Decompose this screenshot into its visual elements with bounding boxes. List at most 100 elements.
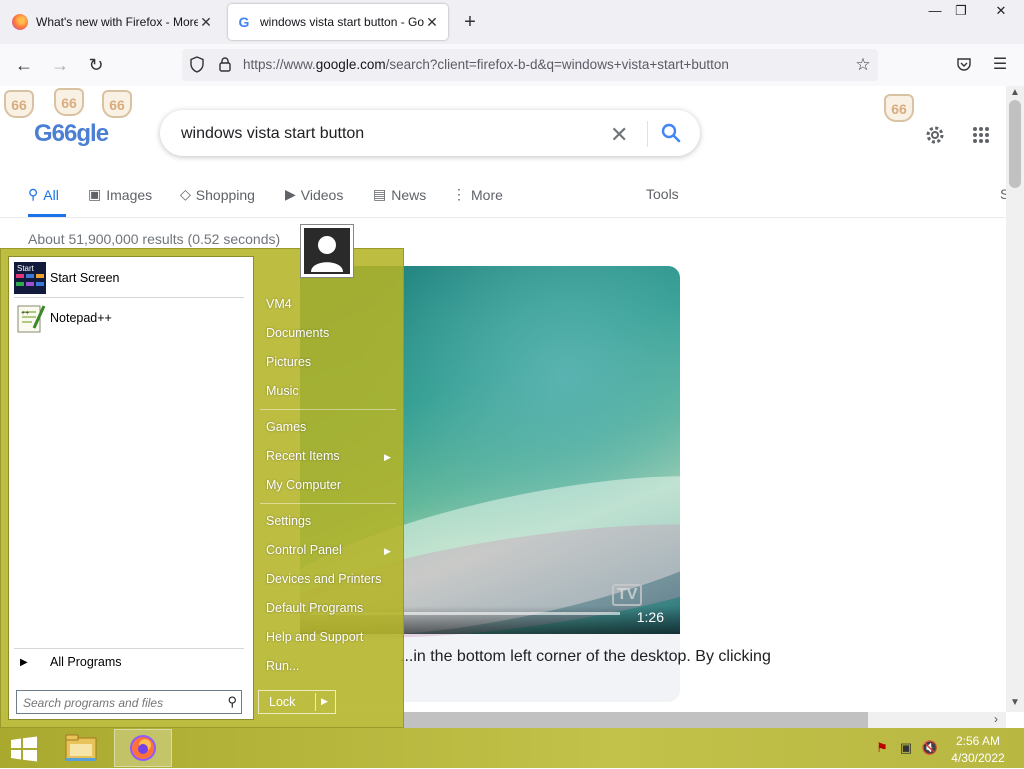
tab-all[interactable]: ⚲ All xyxy=(28,186,59,203)
bookmark-star-icon[interactable]: ☆ xyxy=(849,52,877,78)
program-search-box[interactable]: ⚲ xyxy=(16,690,242,714)
all-programs-button[interactable]: ▶ All Programs xyxy=(20,655,122,669)
back-button[interactable]: ← xyxy=(10,52,38,78)
power-options-arrow-icon[interactable]: ▶ xyxy=(321,696,328,707)
restore-button[interactable]: ❐ xyxy=(946,0,976,22)
tab-label: Shopping xyxy=(195,186,255,203)
tab-label: Videos xyxy=(300,186,344,203)
start-item-run[interactable]: Run... xyxy=(266,659,299,673)
scrollbar-thumb[interactable] xyxy=(1009,100,1021,188)
tab-more[interactable]: ⋮ More xyxy=(452,186,503,203)
submenu-arrow-icon: ▶ xyxy=(384,546,391,556)
search-icon[interactable]: ⚲ xyxy=(227,694,237,710)
tag-icon: ◇ xyxy=(180,186,191,202)
firefox-icon xyxy=(12,14,28,30)
pocket-icon[interactable] xyxy=(956,56,972,72)
news-icon: ▤ xyxy=(373,186,387,202)
svg-text:Start: Start xyxy=(17,264,35,273)
clear-search-icon[interactable]: ✕ xyxy=(610,122,628,148)
volume-muted-icon[interactable]: 🔇 xyxy=(921,740,939,758)
close-window-button[interactable]: ✕ xyxy=(986,0,1016,22)
program-label: Notepad++ xyxy=(50,311,112,325)
image-icon: ▣ xyxy=(88,186,102,202)
close-tab-icon[interactable]: ✕ xyxy=(424,14,440,31)
start-item-games[interactable]: Games xyxy=(266,420,306,434)
tab-title: windows vista start button - Go xyxy=(260,15,424,29)
url-text[interactable]: https://www.google.com/search?client=fir… xyxy=(243,57,729,72)
submenu-arrow-icon: ▶ xyxy=(384,452,391,462)
tab-label: All xyxy=(43,186,59,203)
file-explorer-icon[interactable] xyxy=(62,730,100,766)
badge-66-icon: 66 xyxy=(4,90,34,118)
start-item-help-support[interactable]: Help and Support xyxy=(266,630,363,644)
scroll-right-icon[interactable]: › xyxy=(994,712,998,726)
split-divider xyxy=(315,693,316,711)
google-icon: G xyxy=(238,14,250,30)
tab-news[interactable]: ▤ News xyxy=(373,186,426,203)
new-tab-button[interactable]: + xyxy=(458,8,482,36)
firefox-taskbar-button[interactable] xyxy=(114,729,172,767)
action-center-flag-icon[interactable]: ⚑ xyxy=(873,740,891,758)
windows-start-icon[interactable] xyxy=(10,736,38,762)
user-picture[interactable] xyxy=(300,224,354,278)
tab-shopping[interactable]: ◇ Shopping xyxy=(180,186,255,203)
badge-66-icon: 66 xyxy=(54,88,84,116)
search-divider xyxy=(647,121,648,147)
search-icon[interactable] xyxy=(660,122,682,144)
scroll-up-icon[interactable]: ▲ xyxy=(1010,87,1020,98)
more-vert-icon: ⋮ xyxy=(452,186,466,202)
program-notepadpp[interactable]: ++ Notepad++ xyxy=(14,302,112,334)
tools-button[interactable]: Tools xyxy=(646,186,679,202)
google-logo[interactable]: G66gle xyxy=(34,120,109,148)
scroll-down-icon[interactable]: ▼ xyxy=(1010,697,1020,708)
start-item-devices-printers[interactable]: Devices and Printers xyxy=(266,572,381,586)
start-item-control-panel[interactable]: Control Panel xyxy=(266,543,342,557)
program-search-input[interactable] xyxy=(21,693,215,713)
tab-label: News xyxy=(391,186,427,203)
user-avatar-icon xyxy=(304,228,350,274)
svg-text:++: ++ xyxy=(21,310,29,317)
start-item-vm4[interactable]: VM4 xyxy=(266,297,292,311)
start-item-documents[interactable]: Documents xyxy=(266,326,329,340)
result-snippet: ...in the bottom left corner of the desk… xyxy=(400,648,771,665)
start-item-music[interactable]: Music xyxy=(266,384,299,398)
start-item-settings[interactable]: Settings xyxy=(266,514,311,528)
start-item-pictures[interactable]: Pictures xyxy=(266,355,311,369)
divider xyxy=(0,217,1006,218)
lock-icon[interactable] xyxy=(218,56,232,73)
tab-label: Images xyxy=(106,186,153,203)
taskbar-clock[interactable]: 2:56 AM 4/30/2022 xyxy=(948,733,1008,767)
tab-whats-new[interactable]: What's new with Firefox - More ✕ xyxy=(4,4,222,40)
search-icon: ⚲ xyxy=(28,186,39,202)
search-input[interactable]: windows vista start button xyxy=(181,125,364,143)
scrollbar-thumb[interactable] xyxy=(404,712,868,728)
all-programs-label: All Programs xyxy=(50,655,122,669)
tab-title: What's new with Firefox - More xyxy=(36,15,198,29)
start-item-recent-items[interactable]: Recent Items xyxy=(266,449,340,463)
arrow-right-icon: ▶ xyxy=(20,656,28,668)
separator xyxy=(14,648,244,649)
separator xyxy=(260,503,396,504)
lock-label: Lock xyxy=(269,695,296,709)
start-item-default-programs[interactable]: Default Programs xyxy=(266,601,363,615)
url-prefix: https://www. xyxy=(243,57,316,72)
tab-images[interactable]: ▣ Images xyxy=(88,186,152,203)
notepadpp-icon: ++ xyxy=(17,305,46,333)
separator xyxy=(260,409,396,410)
start-item-my-computer[interactable]: My Computer xyxy=(266,478,341,492)
reload-button[interactable]: ↻ xyxy=(82,52,110,78)
network-icon[interactable]: ▣ xyxy=(897,740,915,758)
tab-google-search[interactable]: G windows vista start button - Go ✕ xyxy=(228,4,448,40)
tab-videos[interactable]: ▶ Videos xyxy=(285,186,343,203)
menu-icon[interactable]: ☰ xyxy=(986,52,1014,78)
close-tab-icon[interactable]: ✕ xyxy=(198,14,214,31)
gear-icon[interactable] xyxy=(924,124,946,146)
shield-icon[interactable] xyxy=(189,56,205,73)
program-start-screen[interactable]: Start Start Screen xyxy=(14,262,119,294)
url-path: /search?client=firefox-b-d&q=windows+vis… xyxy=(385,57,729,72)
clock-time: 2:56 AM xyxy=(955,734,1001,748)
lock-button[interactable]: Lock ▶ xyxy=(258,690,336,714)
apps-grid-icon[interactable] xyxy=(972,126,990,144)
program-label: Start Screen xyxy=(50,271,120,285)
forward-button[interactable]: → xyxy=(46,52,74,78)
